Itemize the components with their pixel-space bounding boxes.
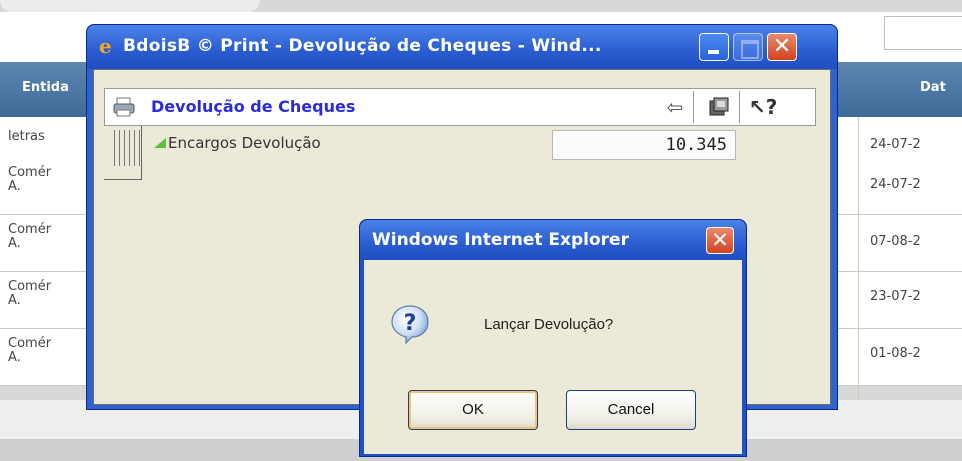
printer-icon [113,97,135,117]
panel-body: Encargos Devolução 10.345 [104,126,816,180]
popup-window-title: BdoisB © Print - Devolução de Cheques - … [123,36,602,56]
cell-data: 01-08-2 [870,346,921,361]
alert-body: ? Lançar Devolução? OK Cancel [364,260,742,454]
cell-entidade: Comér [8,336,52,351]
cell-entidade-line2: A. [8,350,21,365]
column-header-data[interactable]: Dat [920,80,946,95]
alert-close-button[interactable]: ✕ [706,227,734,254]
help-cursor-icon[interactable]: ↖? [749,93,777,121]
alert-message: Lançar Devolução? [484,316,614,333]
panel-title: Devolução de Cheques [151,97,356,116]
ok-button[interactable]: OK [408,390,538,430]
cell-entidade-line2: A. [8,179,21,194]
column-separator [858,117,859,409]
encargos-input[interactable]: 10.345 [552,130,736,160]
encargos-label: Encargos Devolução [168,134,321,152]
question-icon: ? [391,305,429,344]
background-top-decoration [0,0,260,12]
cell-entidade-line2: A. [8,293,21,308]
column-header-entidade[interactable]: Entida [22,80,69,95]
cell-entidade-line2: A. [8,236,21,251]
print-icon[interactable] [705,93,733,121]
cancel-button[interactable]: Cancel [566,390,696,430]
popup-titlebar[interactable]: e BdoisB © Print - Devolução de Cheques … [87,25,837,69]
cell-entidade: Comér [8,165,52,180]
cell-entidade: Comér [8,222,52,237]
maximize-button[interactable] [733,33,763,61]
back-arrow-icon[interactable]: ⇦ [661,93,689,121]
cell-entidade: letras [8,129,45,144]
close-button[interactable]: ✕ [767,33,797,61]
ie-logo-icon: e [99,34,112,58]
green-arrow-icon [154,138,166,148]
panel-header: Devolução de Cheques ⇦ ↖? [104,88,816,126]
toolbar-separator [739,91,740,123]
minimize-button[interactable] [699,33,729,61]
toolbar-separator [693,91,694,123]
alert-titlebar[interactable]: Windows Internet Explorer ✕ [360,220,746,260]
cell-data: 23-07-2 [870,289,921,304]
cell-data: 24-07-2 [870,137,921,152]
side-grip-handle [104,126,142,180]
cell-entidade: Comér [8,279,52,294]
alert-dialog: Windows Internet Explorer ✕ ? Lançar Dev… [359,219,747,457]
cell-data: 07-08-2 [870,234,921,249]
svg-text:?: ? [404,311,417,336]
cell-data: 24-07-2 [870,177,921,192]
alert-title: Windows Internet Explorer [372,230,629,250]
background-search-box[interactable] [884,16,962,50]
